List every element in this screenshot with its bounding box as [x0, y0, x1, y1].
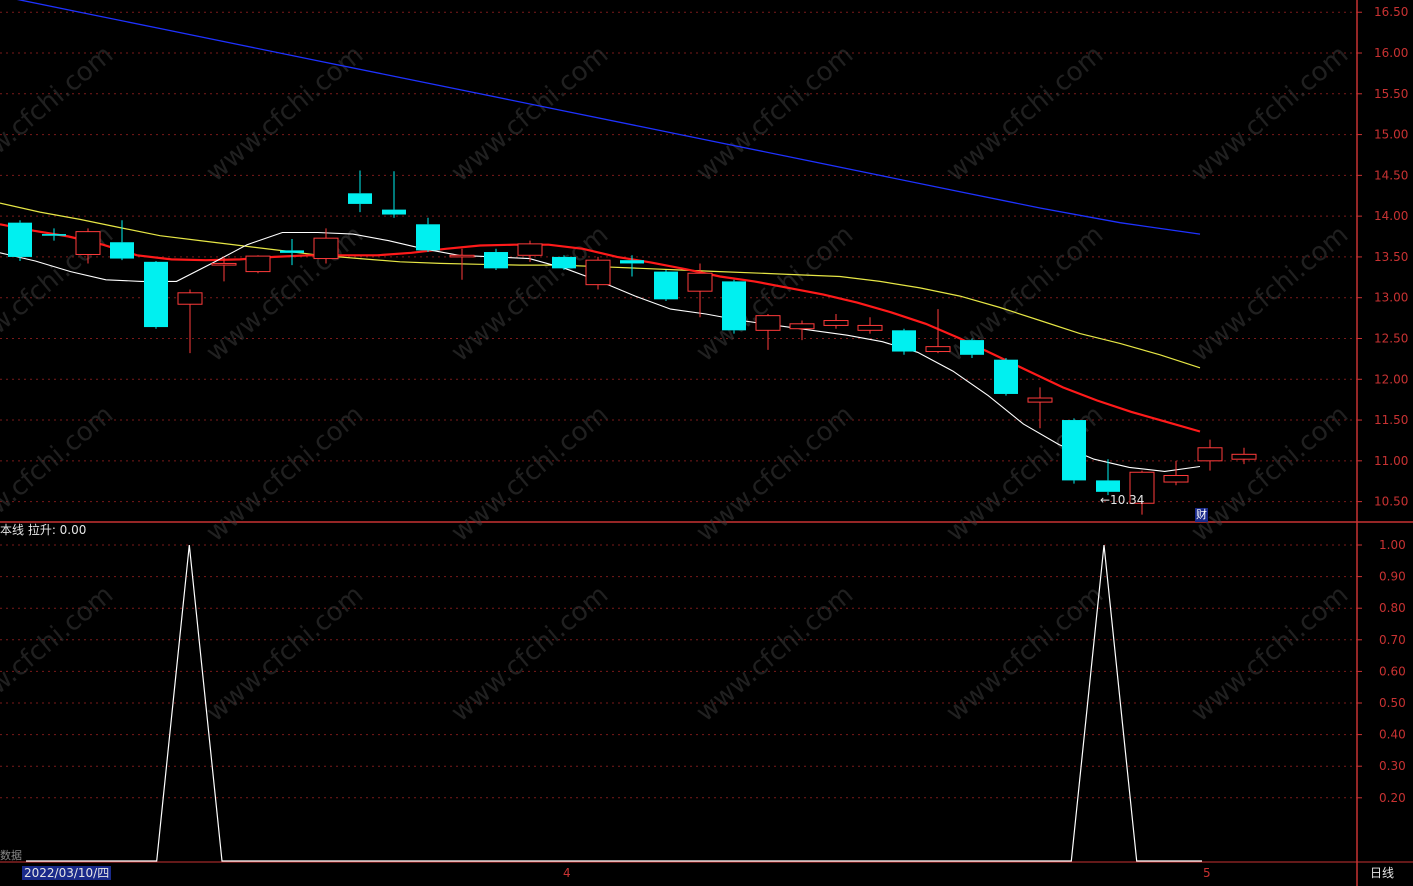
candle-body [654, 271, 678, 300]
candle-body [789, 323, 815, 330]
candle[interactable] [585, 256, 611, 290]
price-tick-label: 10.50 [1374, 495, 1408, 509]
candle-body [1197, 447, 1223, 462]
low-price-annotation: ←10.34 [1100, 493, 1145, 507]
candle-body [620, 260, 644, 264]
candle-body [1163, 475, 1189, 483]
candle-body [313, 237, 339, 260]
indicator-tick-label: 0.40 [1379, 728, 1406, 742]
price-tick-label: 16.00 [1374, 46, 1408, 60]
candle[interactable] [144, 261, 168, 329]
candle-body [1062, 420, 1086, 481]
price-tick-label: 15.50 [1374, 87, 1408, 101]
indicator-tick-label: 0.80 [1379, 601, 1406, 615]
candle-body [994, 359, 1018, 394]
candle[interactable] [1062, 418, 1086, 484]
candle-body [280, 250, 304, 253]
candle-body [8, 222, 32, 257]
indicator-tick-label: 0.60 [1379, 664, 1406, 678]
month-marker-4: 4 [563, 866, 571, 880]
candle-body [110, 242, 134, 259]
price-tick-label: 12.00 [1374, 372, 1408, 386]
price-tick-label: 14.50 [1374, 168, 1408, 182]
indicator-title: 本线 拉升: 0.00 [0, 523, 87, 537]
candle-body [177, 292, 203, 305]
candle[interactable] [552, 255, 576, 270]
indicator-tick-label: 0.50 [1379, 696, 1406, 710]
background [0, 0, 1413, 886]
candle-body [348, 193, 372, 204]
candle-body [1027, 397, 1053, 403]
candle-body [245, 255, 271, 273]
kline-chart[interactable]: www.cfchi.com www.cfchi.com www.cfchi.com w… [0, 0, 1413, 886]
indicator-tick-label: 0.30 [1379, 759, 1406, 773]
candle-body [552, 256, 576, 269]
month-marker-5: 5 [1203, 866, 1211, 880]
indicator-tick-label: 1.00 [1379, 538, 1406, 552]
data-label: 数据 [0, 849, 22, 862]
candle-body [925, 346, 951, 353]
indicator-tick-label: 0.90 [1379, 570, 1406, 584]
candle[interactable] [994, 358, 1018, 396]
candle[interactable] [892, 328, 916, 355]
price-tick-label: 14.00 [1374, 209, 1408, 223]
price-tick-label: 16.50 [1374, 5, 1408, 19]
cursor-date-label: 2022/03/10/四 [22, 866, 112, 880]
candle-body [722, 281, 746, 331]
candle-body [42, 234, 66, 236]
candle-body [857, 324, 883, 331]
candle[interactable] [8, 220, 32, 261]
candle-body [449, 254, 475, 258]
candle-body [585, 259, 611, 286]
candle-body [416, 224, 440, 251]
candle[interactable] [245, 255, 271, 274]
candle-body [144, 261, 168, 328]
price-tick-label: 13.00 [1374, 291, 1408, 305]
candle-body [382, 209, 406, 215]
price-tick-label: 13.50 [1374, 250, 1408, 264]
price-tick-label: 15.00 [1374, 128, 1408, 142]
candle-body [823, 320, 849, 326]
candle-body [75, 231, 101, 255]
price-tick-label: 11.00 [1374, 454, 1408, 468]
candle-body [1231, 453, 1257, 460]
candle[interactable] [654, 269, 678, 301]
price-tick-label: 11.50 [1374, 413, 1408, 427]
candle[interactable] [722, 279, 746, 334]
candle-body [517, 243, 543, 256]
candle-body [484, 252, 508, 269]
candle-body [755, 315, 781, 331]
candle-body [892, 330, 916, 352]
indicator-tick-label: 0.70 [1379, 633, 1406, 647]
period-label[interactable]: 日线 [1370, 866, 1394, 880]
indicator-tick-label: 0.20 [1379, 791, 1406, 805]
candle-body [1096, 480, 1120, 492]
grid-lines [0, 0, 1413, 886]
candle-body [687, 272, 713, 292]
finance-badge[interactable]: 财 [1195, 508, 1208, 522]
candle-body [960, 340, 984, 355]
candle-body [211, 262, 237, 266]
price-tick-label: 12.50 [1374, 331, 1408, 345]
